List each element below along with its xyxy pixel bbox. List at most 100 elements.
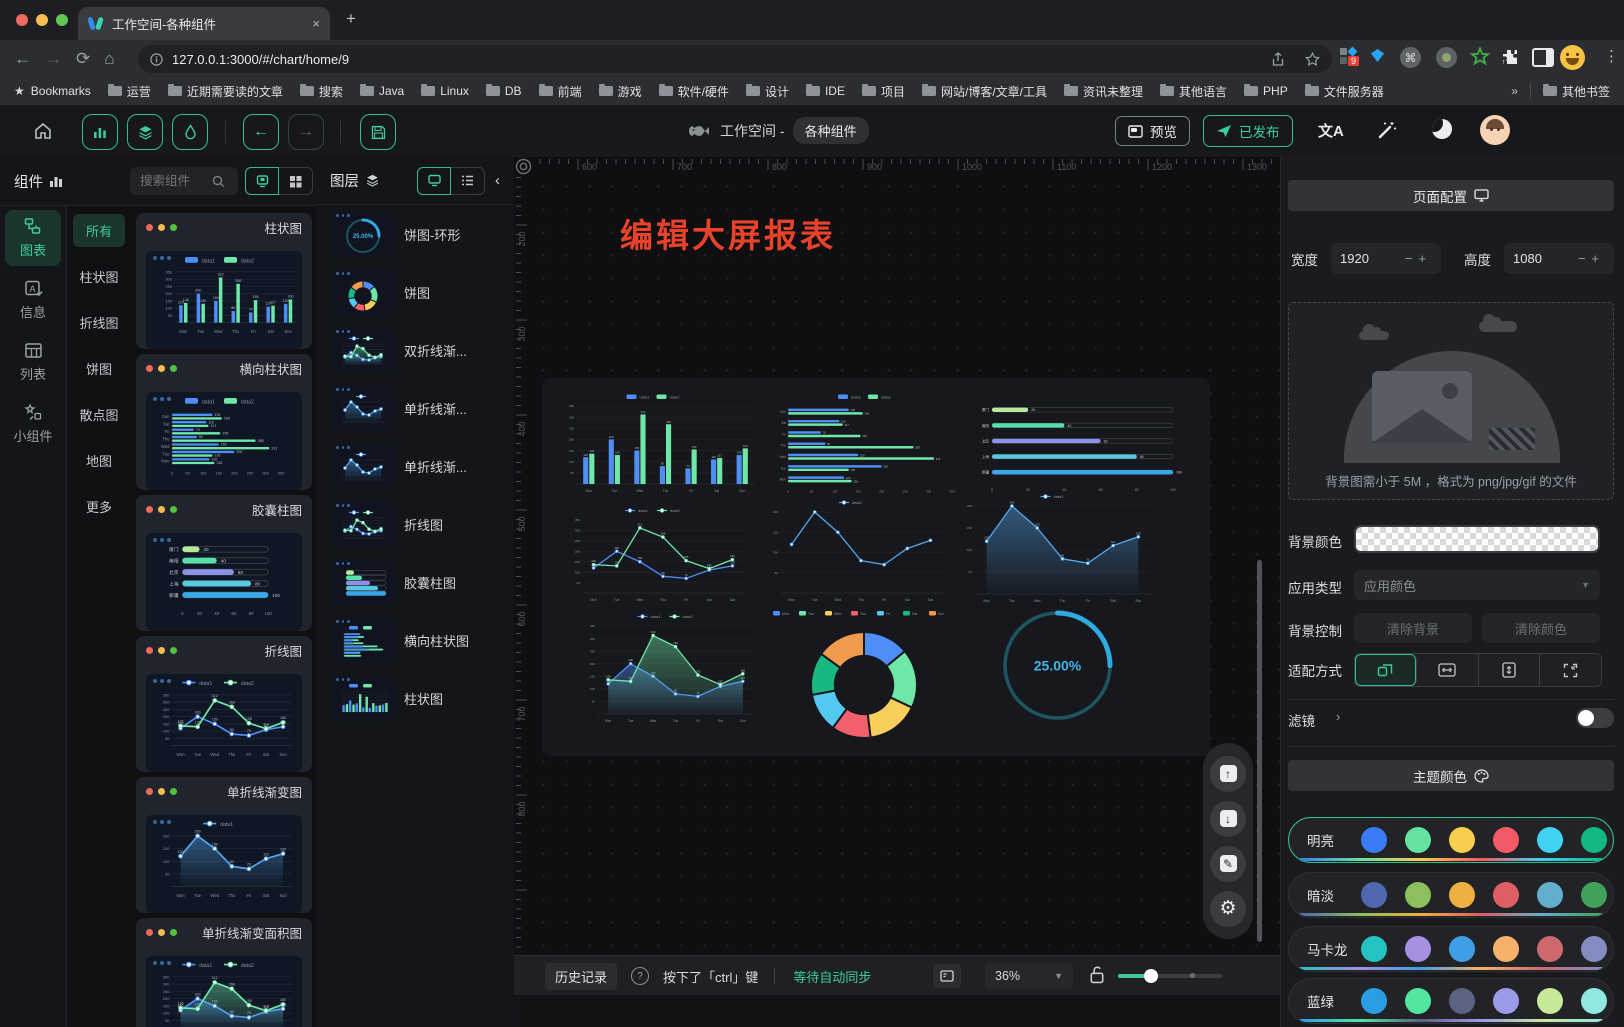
filter-toggle[interactable] <box>1576 708 1614 728</box>
bookmark-folder[interactable]: 网站/博客/文章/工具 <box>922 83 1047 100</box>
dual-line-widget[interactable]: data1data2501001502002503003501202001508… <box>562 504 752 604</box>
width-plus-button[interactable]: + <box>1418 251 1432 266</box>
share-icon[interactable] <box>1271 52 1285 67</box>
bookmark-folder[interactable]: 运营 <box>108 83 151 100</box>
layer-item-柱状图[interactable]: 柱状图 <box>316 669 514 727</box>
bookmarks-root[interactable]: ★ Bookmarks <box>14 84 91 98</box>
canvas-text-note[interactable]: 编辑大屏报表 <box>620 209 836 257</box>
project-name-badge[interactable]: 各种组件 <box>793 117 869 144</box>
progress-ring-widget[interactable]: 25.00% <box>970 603 1145 728</box>
category-地图[interactable]: 地图 <box>73 444 125 477</box>
collapse-panel-icon[interactable]: ‹ <box>495 172 500 189</box>
component-card-单折线渐变图[interactable]: 单折线渐变图data150100150200120200150807011013… <box>136 777 312 913</box>
bookmark-folder[interactable]: 文件服务器 <box>1305 83 1384 100</box>
category-所有[interactable]: 所有 <box>73 214 125 247</box>
window-minimize-button[interactable] <box>36 14 48 26</box>
bookmark-folder[interactable]: 其他语言 <box>1160 83 1227 100</box>
publish-button[interactable]: 已发布 <box>1203 115 1293 147</box>
horizontal-bar-widget[interactable]: data1data2130160Sun110117Sat70155Fri8026… <box>768 390 968 495</box>
clear-background-button[interactable]: 清除背景 <box>1354 613 1472 643</box>
profile-avatar[interactable] <box>1560 45 1585 70</box>
layer-item-饼图-环形[interactable]: 25.00%饼图-环形 <box>316 205 514 263</box>
bookmark-folder[interactable]: 资讯未整理 <box>1064 83 1143 100</box>
dual-area-widget[interactable]: data1data2501001502002503003501202001508… <box>577 610 762 725</box>
fit-height-button[interactable] <box>1479 654 1541 686</box>
browser-tab[interactable]: 工作空间-各种组件 × <box>78 7 330 40</box>
back-icon[interactable]: ← <box>14 49 31 69</box>
search-field[interactable] <box>138 173 212 189</box>
pie-donut-widget[interactable]: MonTueWedThuFriSatSun <box>754 606 974 746</box>
tiles-extension-icon[interactable]: 9 <box>1340 48 1356 64</box>
width-stepper[interactable]: 1920 −+ <box>1331 243 1441 274</box>
bar-chart-widget[interactable]: data1data250100150200250300350120136Mon2… <box>554 390 759 495</box>
layer-item-横向柱状图[interactable]: 横向柱状图 <box>316 611 514 669</box>
chart-panel-toggle-button[interactable] <box>82 114 118 150</box>
page-config-header[interactable]: 页面配置 <box>1288 180 1614 211</box>
fit-width-button[interactable] <box>1417 654 1479 686</box>
preview-button[interactable]: 预览 <box>1115 116 1190 146</box>
layer-item-双折线渐...[interactable]: 双折线渐... <box>316 321 514 379</box>
gem-extension-icon[interactable] <box>1371 49 1384 62</box>
slider-knob[interactable] <box>1144 969 1158 983</box>
bookmark-folder[interactable]: 游戏 <box>599 83 642 100</box>
bookmark-folder[interactable]: 软件/硬件 <box>659 83 729 100</box>
user-avatar[interactable] <box>1480 115 1510 145</box>
new-tab-button[interactable]: + <box>346 9 356 29</box>
tab-close-icon[interactable]: × <box>312 16 320 31</box>
layout-toggle-button[interactable] <box>933 964 961 988</box>
filter-expand-icon[interactable]: › <box>1336 709 1340 724</box>
category-散点图[interactable]: 散点图 <box>73 398 125 431</box>
layer-item-折线图[interactable]: 折线图 <box>316 495 514 553</box>
category-柱状图[interactable]: 柱状图 <box>73 260 125 293</box>
site-info-icon[interactable] <box>150 53 163 66</box>
single-view-toggle[interactable] <box>245 167 279 195</box>
bookmark-folder[interactable]: 设计 <box>746 83 789 100</box>
zoom-slider[interactable] <box>1118 974 1222 978</box>
theme-color-header[interactable]: 主题颜色 <box>1288 760 1614 791</box>
layer-item-单折线渐...[interactable]: 单折线渐... <box>316 379 514 437</box>
layers-thumbnail-view-toggle[interactable] <box>417 167 451 195</box>
reload-icon[interactable]: ⟳ <box>76 49 90 69</box>
category-折线图[interactable]: 折线图 <box>73 306 125 339</box>
height-minus-button[interactable]: − <box>1578 251 1592 266</box>
width-minus-button[interactable]: − <box>1405 251 1419 266</box>
search-input[interactable] <box>130 167 238 195</box>
height-plus-button[interactable]: + <box>1591 251 1605 266</box>
clear-color-button[interactable]: 清除颜色 <box>1482 613 1600 643</box>
area-line-widget[interactable]: data1501001502001202001508070110130MonTu… <box>954 490 1159 605</box>
window-close-button[interactable] <box>16 14 28 26</box>
bookmark-folder[interactable]: 项目 <box>862 83 905 100</box>
address-bar[interactable]: 127.0.0.1:3000/#/chart/home/9 <box>138 45 1332 73</box>
bookmarks-overflow-icon[interactable]: » <box>1511 84 1518 98</box>
help-icon[interactable]: ? <box>631 967 649 985</box>
edit-button[interactable]: ✎ <box>1210 846 1246 882</box>
bookmark-folder[interactable]: PHP <box>1244 83 1288 100</box>
upload-button[interactable]: ↑ <box>1210 756 1246 792</box>
component-card-柱状图[interactable]: 柱状图data1data250100150200250300350120136M… <box>136 213 312 349</box>
fit-fullscreen-button[interactable] <box>1540 654 1601 686</box>
bookmark-folder[interactable]: 近期需要读的文章 <box>168 83 283 100</box>
layers-list-view-toggle[interactable] <box>451 167 485 195</box>
command-extension-icon[interactable]: ⌘ <box>1400 47 1421 68</box>
zoom-select[interactable]: 36% ▼ <box>985 963 1073 989</box>
dashboard-preview[interactable]: data1data250100150200250300350120136Mon2… <box>542 378 1210 756</box>
editor-canvas[interactable]: 6007008009001000110012001300 20030040050… <box>514 157 1280 1027</box>
ruler-eye-icon[interactable] <box>515 158 532 175</box>
bg-color-swatch[interactable] <box>1354 525 1600 553</box>
line-widget[interactable]: data150100150200MonTueWedThuFriSatSun <box>760 496 950 604</box>
panel-scrollbar[interactable] <box>1257 560 1262 942</box>
dot-extension-icon[interactable] <box>1436 47 1457 68</box>
settings-button[interactable]: ⚙ <box>1210 891 1246 927</box>
download-button[interactable]: ↓ <box>1210 801 1246 837</box>
browser-menu-icon[interactable]: ⋮ <box>1604 47 1619 65</box>
sidebar-item-widgets[interactable]: 小组件 <box>5 396 61 452</box>
fit-scale-button[interactable] <box>1355 654 1417 686</box>
detail-panel-toggle-button[interactable] <box>172 114 208 150</box>
theme-row-明亮[interactable]: 明亮 <box>1288 817 1614 863</box>
bookmark-folder[interactable]: Linux <box>421 83 469 100</box>
star-extension-icon[interactable] <box>1470 47 1490 67</box>
bookmark-folder[interactable]: 前端 <box>539 83 582 100</box>
history-button[interactable]: 历史记录 <box>545 963 617 990</box>
bookmark-folder[interactable]: Java <box>360 83 404 100</box>
category-饼图[interactable]: 饼图 <box>73 352 125 385</box>
